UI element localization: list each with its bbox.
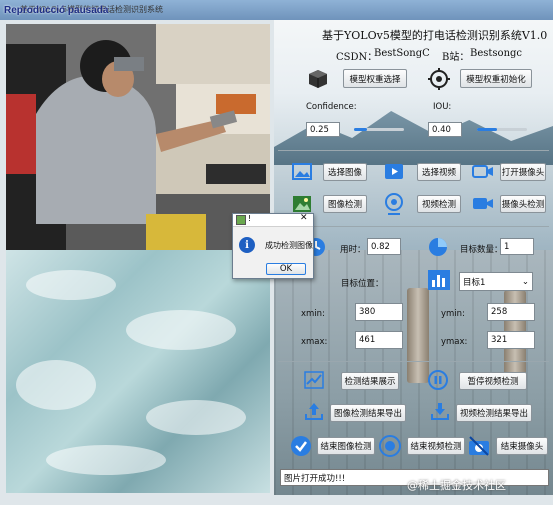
pause-video-detect-button[interactable]: 暂停视频检测 bbox=[459, 372, 527, 390]
playback-overlay-label: Reproducció pausada bbox=[4, 5, 109, 16]
iou-label: IOU: bbox=[433, 102, 452, 112]
sea-background bbox=[6, 250, 270, 493]
photo-detect-icon[interactable] bbox=[292, 195, 312, 213]
app-title: 基于YOLOv5模型的打电话检测识别系统V1.0 bbox=[322, 29, 548, 42]
bilibili-value: Bestsongc bbox=[470, 48, 523, 59]
export-video-results-button[interactable]: 视频检测结果导出 bbox=[456, 404, 532, 422]
target-count-value: 1 bbox=[500, 238, 534, 255]
end-image-detect-button[interactable]: 结束图像检测 bbox=[317, 437, 375, 455]
image-detect-button[interactable]: 图像检测 bbox=[323, 195, 367, 213]
target-select-dropdown[interactable]: 目标1 ⌄ bbox=[459, 272, 533, 291]
xmin-value: 380 bbox=[355, 303, 403, 321]
camera-off-icon[interactable] bbox=[468, 435, 490, 457]
target-icon[interactable] bbox=[428, 68, 450, 90]
csdn-label: CSDN： bbox=[336, 52, 378, 63]
foam bbox=[16, 360, 96, 410]
dock-post bbox=[407, 288, 429, 383]
target-position-label: 目标位置： bbox=[341, 279, 384, 289]
select-video-button[interactable]: 选择视频 bbox=[417, 163, 461, 181]
csdn-value: BestSongC bbox=[374, 48, 430, 59]
video-detect-button[interactable]: 视频检测 bbox=[417, 195, 461, 213]
divider bbox=[278, 361, 549, 362]
open-camera-button[interactable]: 打开摄像头 bbox=[500, 163, 546, 181]
image-icon[interactable] bbox=[292, 163, 312, 180]
iou-slider-fill bbox=[477, 128, 497, 131]
download-icon[interactable] bbox=[430, 401, 450, 421]
pie-chart-icon bbox=[428, 237, 448, 257]
xmax-value: 461 bbox=[355, 331, 403, 349]
line-chart-icon[interactable] bbox=[304, 371, 324, 389]
model-weights-init-button[interactable]: 模型权重初始化 bbox=[460, 69, 532, 88]
check-circle-icon[interactable] bbox=[290, 435, 312, 457]
foam bbox=[46, 445, 166, 475]
close-icon[interactable]: ✕ bbox=[300, 213, 308, 223]
confidence-spinbox[interactable]: 0.25 bbox=[306, 122, 340, 137]
confidence-label: Confidence: bbox=[306, 102, 357, 112]
iou-spinbox[interactable]: 0.40 bbox=[428, 122, 462, 137]
dialog-title: ! bbox=[248, 214, 252, 223]
webcam-icon[interactable] bbox=[384, 193, 404, 215]
chevron-down-icon: ⌄ bbox=[521, 276, 529, 287]
select-image-button[interactable]: 选择图像 bbox=[323, 163, 367, 181]
upload-icon[interactable] bbox=[304, 401, 324, 421]
control-panel-background bbox=[274, 20, 553, 495]
ymin-value: 258 bbox=[487, 303, 535, 321]
camera-detect-button[interactable]: 摄像头检测 bbox=[500, 195, 546, 213]
ymax-value: 321 bbox=[487, 331, 535, 349]
iou-slider[interactable] bbox=[477, 128, 527, 131]
confidence-slider-fill bbox=[354, 128, 367, 131]
xmin-label: xmin: bbox=[301, 309, 325, 319]
foam bbox=[26, 270, 116, 300]
time-value: 0.82 bbox=[367, 238, 401, 255]
cube-icon[interactable] bbox=[307, 68, 329, 90]
target-select-value: 目标1 bbox=[463, 277, 486, 288]
foam bbox=[146, 400, 246, 435]
pause-icon[interactable] bbox=[428, 370, 448, 390]
show-results-button[interactable]: 检测结果展示 bbox=[341, 372, 399, 390]
confidence-slider[interactable] bbox=[354, 128, 404, 131]
bilibili-label: B站： bbox=[442, 52, 470, 63]
divider bbox=[278, 150, 549, 151]
app-icon bbox=[236, 215, 246, 225]
bar-chart-icon bbox=[428, 270, 450, 290]
camera-icon[interactable] bbox=[472, 163, 494, 180]
image-display bbox=[6, 24, 270, 250]
info-icon: i bbox=[239, 237, 255, 253]
time-label: 用时： bbox=[340, 245, 366, 255]
office-photo bbox=[6, 24, 270, 250]
video-camera-icon[interactable] bbox=[472, 195, 494, 212]
xmax-label: xmax: bbox=[301, 337, 328, 347]
ymin-label: ymin: bbox=[441, 309, 465, 319]
dialog-message: 成功检测图像 bbox=[265, 241, 313, 250]
ymax-label: ymax: bbox=[441, 337, 468, 347]
export-image-results-button[interactable]: 图像检测结果导出 bbox=[330, 404, 406, 422]
dialog-ok-button[interactable]: OK bbox=[266, 263, 306, 275]
video-icon[interactable] bbox=[384, 161, 404, 181]
target-count-label: 目标数量： bbox=[460, 245, 503, 255]
end-video-detect-button[interactable]: 结束视频检测 bbox=[407, 437, 465, 455]
end-camera-button[interactable]: 结束摄像头 bbox=[496, 437, 548, 455]
message-dialog: ! ✕ i 成功检测图像 OK bbox=[232, 213, 314, 279]
foam bbox=[126, 310, 236, 350]
stop-circle-icon[interactable] bbox=[379, 435, 401, 457]
model-weights-select-button[interactable]: 模型权重选择 bbox=[343, 69, 407, 88]
divider bbox=[278, 226, 549, 227]
watermark: @稀土掘金技术社区 bbox=[407, 479, 506, 492]
dialog-titlebar: ! ✕ bbox=[233, 213, 313, 227]
